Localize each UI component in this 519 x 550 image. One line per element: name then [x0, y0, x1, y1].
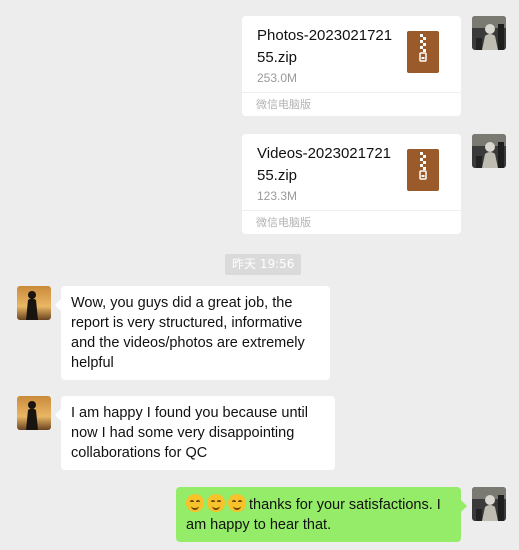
- smile-emoji-icon: [228, 494, 246, 512]
- avatar-contact[interactable]: [17, 286, 51, 320]
- outgoing-message-bubble[interactable]: thanks for your satisfactions. I am happ…: [176, 487, 467, 542]
- avatar-self[interactable]: [472, 487, 506, 521]
- smile-emoji-icon: [186, 494, 204, 512]
- file-name: Videos-202302172155.zip: [257, 145, 392, 184]
- avatar-contact[interactable]: [17, 396, 51, 430]
- zip-file-icon: [407, 31, 439, 73]
- message-timestamp: 昨天 19:56: [225, 254, 302, 275]
- file-message-photos[interactable]: Photos-202302172155.zip 253.0M 微信电脑版: [242, 16, 461, 116]
- file-divider: [242, 210, 461, 211]
- file-source: 微信电脑版: [256, 216, 311, 229]
- message-text: Wow, you guys did a great job, the repor…: [71, 295, 305, 371]
- message-text: I am happy I found you because until now…: [71, 405, 308, 461]
- chat-window: Photos-202302172155.zip 253.0M 微信电脑版 Vid…: [0, 0, 519, 550]
- incoming-message-bubble[interactable]: Wow, you guys did a great job, the repor…: [55, 286, 330, 380]
- avatar-self[interactable]: [472, 134, 506, 168]
- incoming-message-bubble[interactable]: I am happy I found you because until now…: [55, 396, 335, 470]
- file-size: 123.3M: [257, 189, 298, 203]
- file-size: 253.0M: [257, 71, 298, 85]
- file-name: Photos-202302172155.zip: [257, 27, 393, 66]
- zip-file-icon: [407, 149, 439, 191]
- file-divider: [242, 92, 461, 93]
- smile-emoji-icon: [207, 494, 225, 512]
- file-source: 微信电脑版: [256, 98, 311, 111]
- file-message-videos[interactable]: Videos-202302172155.zip 123.3M 微信电脑版: [242, 134, 461, 234]
- avatar-self[interactable]: [472, 16, 506, 50]
